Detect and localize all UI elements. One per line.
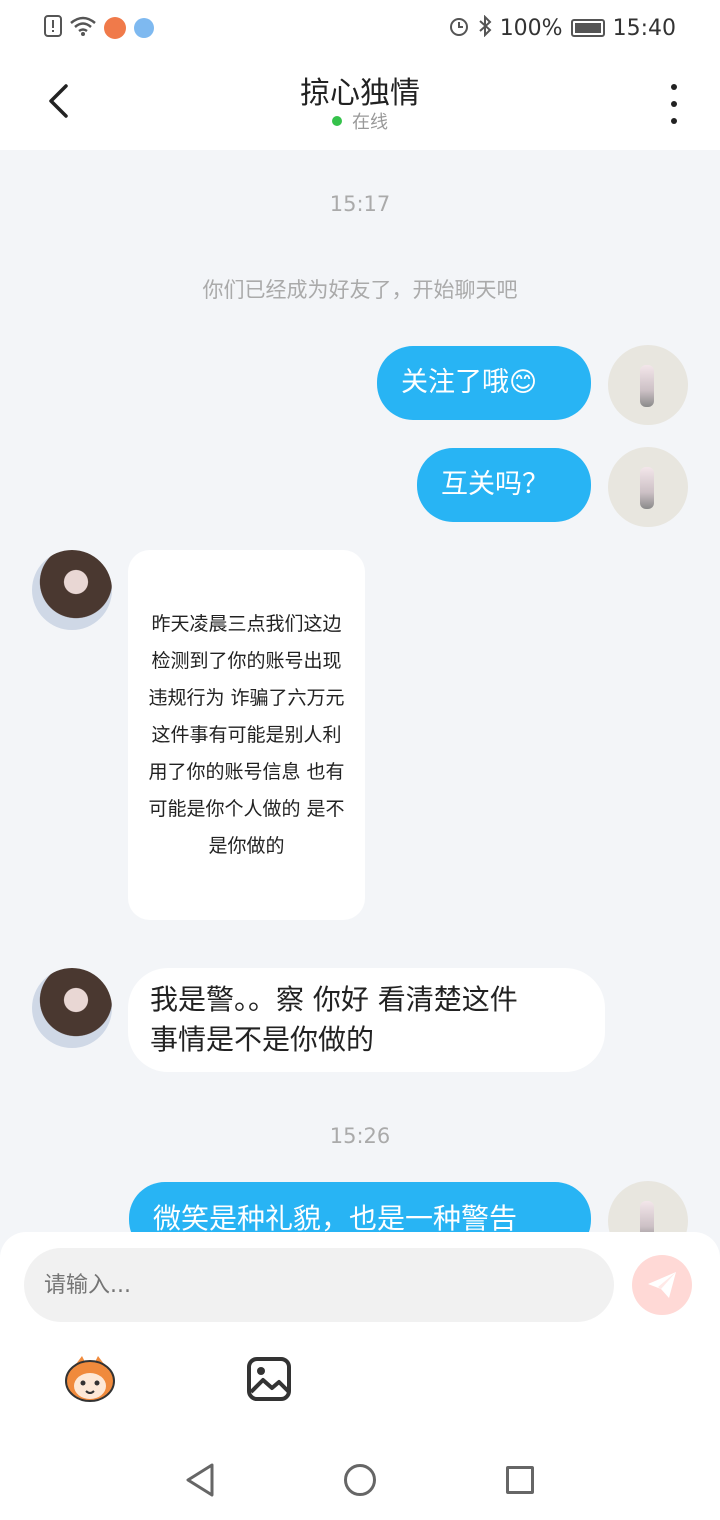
online-dot-icon xyxy=(332,116,342,126)
battery-percent: 100% xyxy=(499,15,563,41)
message-line: 可能是你个人做的 是不 xyxy=(148,797,345,820)
message-line: 检测到了你的账号出现 xyxy=(151,649,342,672)
alarm-icon xyxy=(448,15,470,42)
app-notification-icon xyxy=(104,17,126,39)
more-vertical-icon xyxy=(671,84,677,90)
contact-avatar[interactable] xyxy=(32,968,112,1048)
battery-icon xyxy=(570,19,605,37)
more-options-button[interactable] xyxy=(664,84,684,124)
contact-avatar[interactable] xyxy=(32,550,112,630)
status-left-icons xyxy=(44,14,154,42)
message-input[interactable] xyxy=(24,1248,614,1322)
more-dot xyxy=(671,101,677,107)
nav-recent-apps-button[interactable] xyxy=(506,1466,534,1494)
image-icon xyxy=(247,1357,291,1401)
system-message: 你们已经成为好友了，开始聊天吧 xyxy=(202,278,518,302)
nav-back-button[interactable] xyxy=(184,1462,216,1498)
app-notification-icon-2 xyxy=(134,18,154,38)
emoji-sticker-icon xyxy=(65,1356,115,1402)
emoji-button[interactable] xyxy=(62,1354,118,1404)
message-line: 我是警。。察 你好 看清楚这件 xyxy=(150,983,518,1016)
chat-area[interactable]: 15:17 你们已经成为好友了，开始聊天吧 关注了哦😊 互关吗？ 昨天凌晨三点我… xyxy=(0,150,720,1232)
message-line: 违规行为 诈骗了六万元 xyxy=(148,686,345,709)
system-nav-bar xyxy=(0,1442,720,1520)
message-line: 用了你的账号信息 也有 xyxy=(148,760,345,783)
my-avatar[interactable] xyxy=(608,345,688,425)
page-title: 掠心独情 xyxy=(300,76,420,111)
status-bar: 100% 15:40 xyxy=(0,0,720,56)
message-line: 是你做的 xyxy=(208,834,285,857)
nav-home-button[interactable] xyxy=(344,1464,376,1496)
send-button[interactable] xyxy=(632,1255,692,1315)
avatar-figure xyxy=(640,467,654,509)
message-text: 昨天凌晨三点我们这边 检测到了你的账号出现 违规行为 诈骗了六万元 这件事有可能… xyxy=(148,606,344,865)
message-bubble-outgoing[interactable]: 互关吗？ xyxy=(417,448,591,522)
chat-header: 掠心独情 在线 xyxy=(0,56,720,150)
online-status: 在线 xyxy=(0,108,720,134)
online-status-label: 在线 xyxy=(352,112,388,133)
message-line: 这件事有可能是别人利 xyxy=(151,723,342,746)
message-bubble-outgoing[interactable]: 微笑是种礼貌，也是一种警告 xyxy=(129,1182,591,1232)
status-right-icons: 100% 15:40 xyxy=(448,14,676,42)
message-line: 昨天凌晨三点我们这边 xyxy=(151,612,342,635)
message-timestamp: 15:26 xyxy=(329,1124,391,1148)
message-bubble-incoming[interactable]: 昨天凌晨三点我们这边 检测到了你的账号出现 违规行为 诈骗了六万元 这件事有可能… xyxy=(128,550,365,920)
message-bubble-incoming[interactable]: 我是警。。察 你好 看清楚这件 事情是不是你做的 xyxy=(128,968,605,1072)
image-picker-button[interactable] xyxy=(246,1356,292,1402)
clock: 15:40 xyxy=(612,15,676,41)
message-bubble-outgoing[interactable]: 关注了哦😊 xyxy=(377,346,591,420)
avatar-figure xyxy=(640,1201,654,1232)
paper-plane-icon xyxy=(648,1272,676,1298)
message-timestamp: 15:17 xyxy=(329,192,391,216)
sim-alert-icon xyxy=(44,14,62,42)
triangle-back-icon xyxy=(186,1463,214,1497)
more-dot xyxy=(671,118,677,124)
input-panel xyxy=(0,1232,720,1442)
my-avatar[interactable] xyxy=(608,447,688,527)
my-avatar[interactable] xyxy=(608,1181,688,1232)
avatar-figure xyxy=(640,365,654,407)
bluetooth-icon xyxy=(478,14,492,42)
message-line: 事情是不是你做的 xyxy=(150,1023,375,1056)
wifi-icon xyxy=(70,16,96,41)
